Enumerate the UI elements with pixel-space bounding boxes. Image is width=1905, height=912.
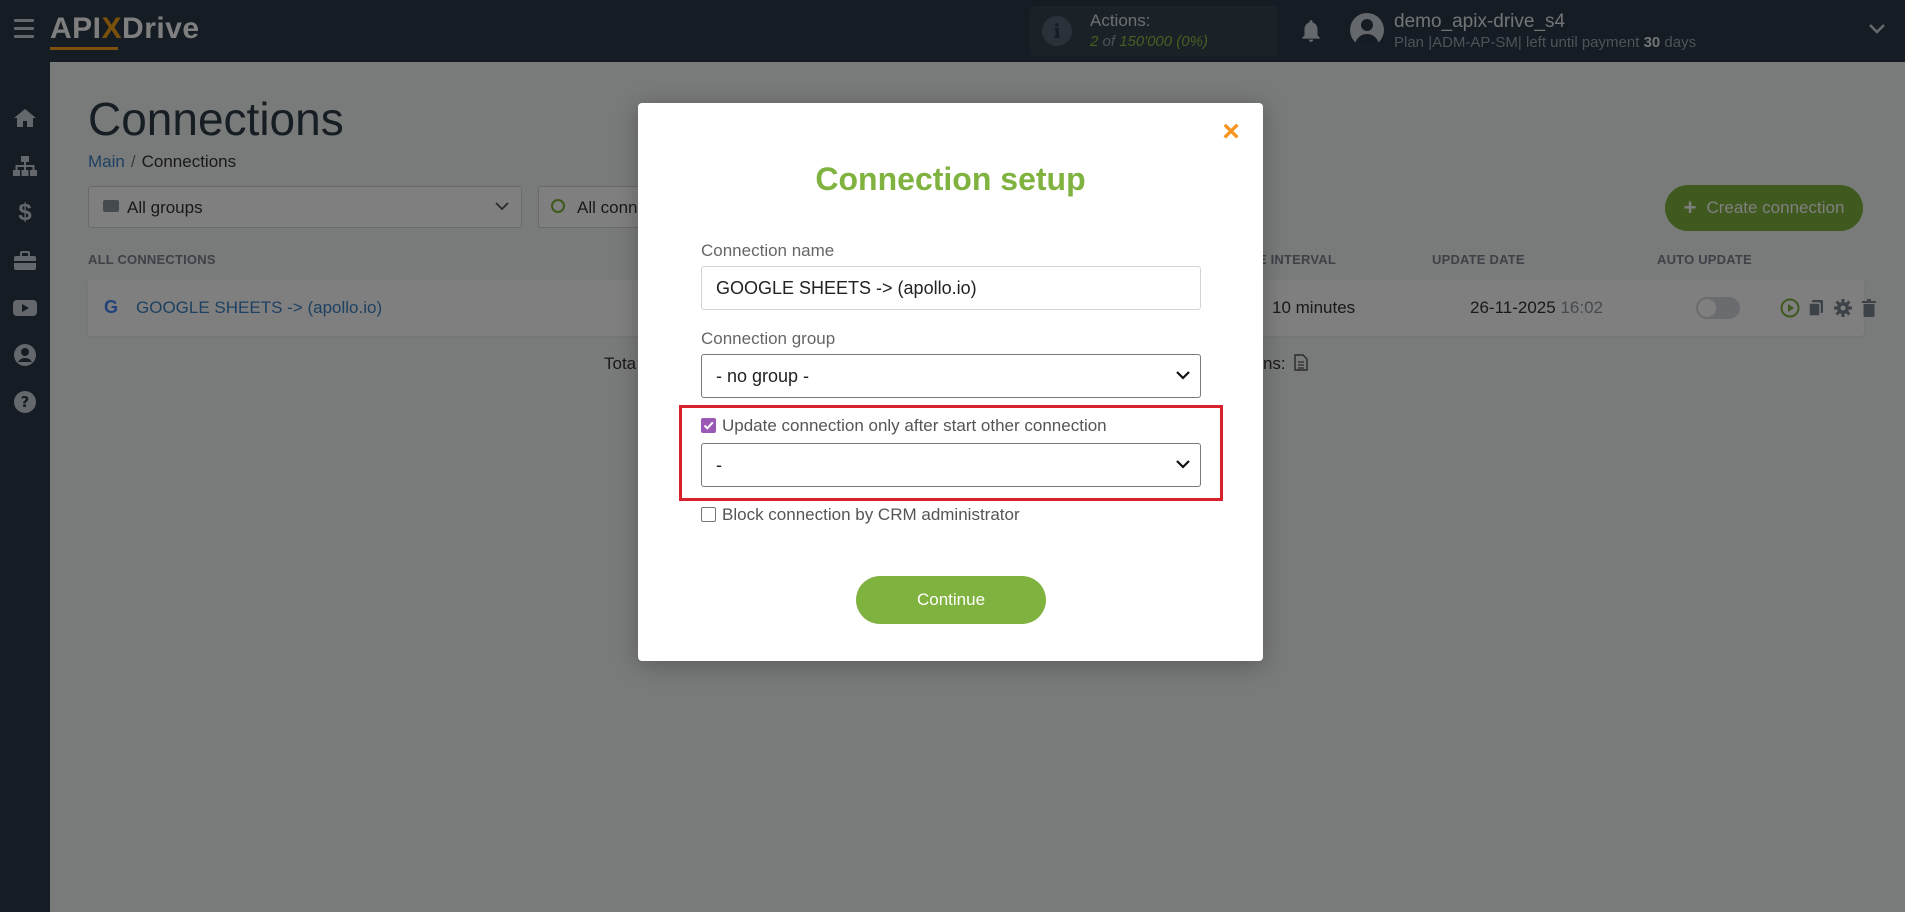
block-connection-checkbox[interactable]	[701, 507, 716, 522]
connection-group-label: Connection group	[701, 329, 836, 348]
check-icon	[703, 421, 714, 430]
close-icon[interactable]: ×	[1216, 117, 1246, 147]
update-after-connection-value: -	[716, 455, 722, 475]
update-after-checkbox[interactable]	[701, 418, 716, 433]
chevron-down-icon	[1176, 460, 1190, 469]
connection-name-label: Connection name	[701, 241, 835, 260]
modal-title: Connection setup	[815, 161, 1086, 197]
block-connection-label[interactable]: Block connection by CRM administrator	[722, 505, 1020, 525]
chevron-down-icon	[1176, 371, 1190, 380]
update-after-connection-select[interactable]: -	[701, 443, 1201, 487]
connection-group-value: - no group -	[716, 366, 810, 386]
continue-button[interactable]: Continue	[856, 576, 1046, 624]
connection-name-input[interactable]: GOOGLE SHEETS -> (apollo.io)	[701, 266, 1201, 310]
connection-setup-modal: × Connection setup Connection name GOOGL…	[638, 103, 1263, 661]
connection-name-value: GOOGLE SHEETS -> (apollo.io)	[716, 278, 977, 298]
update-after-label[interactable]: Update connection only after start other…	[722, 416, 1107, 436]
connection-group-select[interactable]: - no group -	[701, 354, 1201, 398]
